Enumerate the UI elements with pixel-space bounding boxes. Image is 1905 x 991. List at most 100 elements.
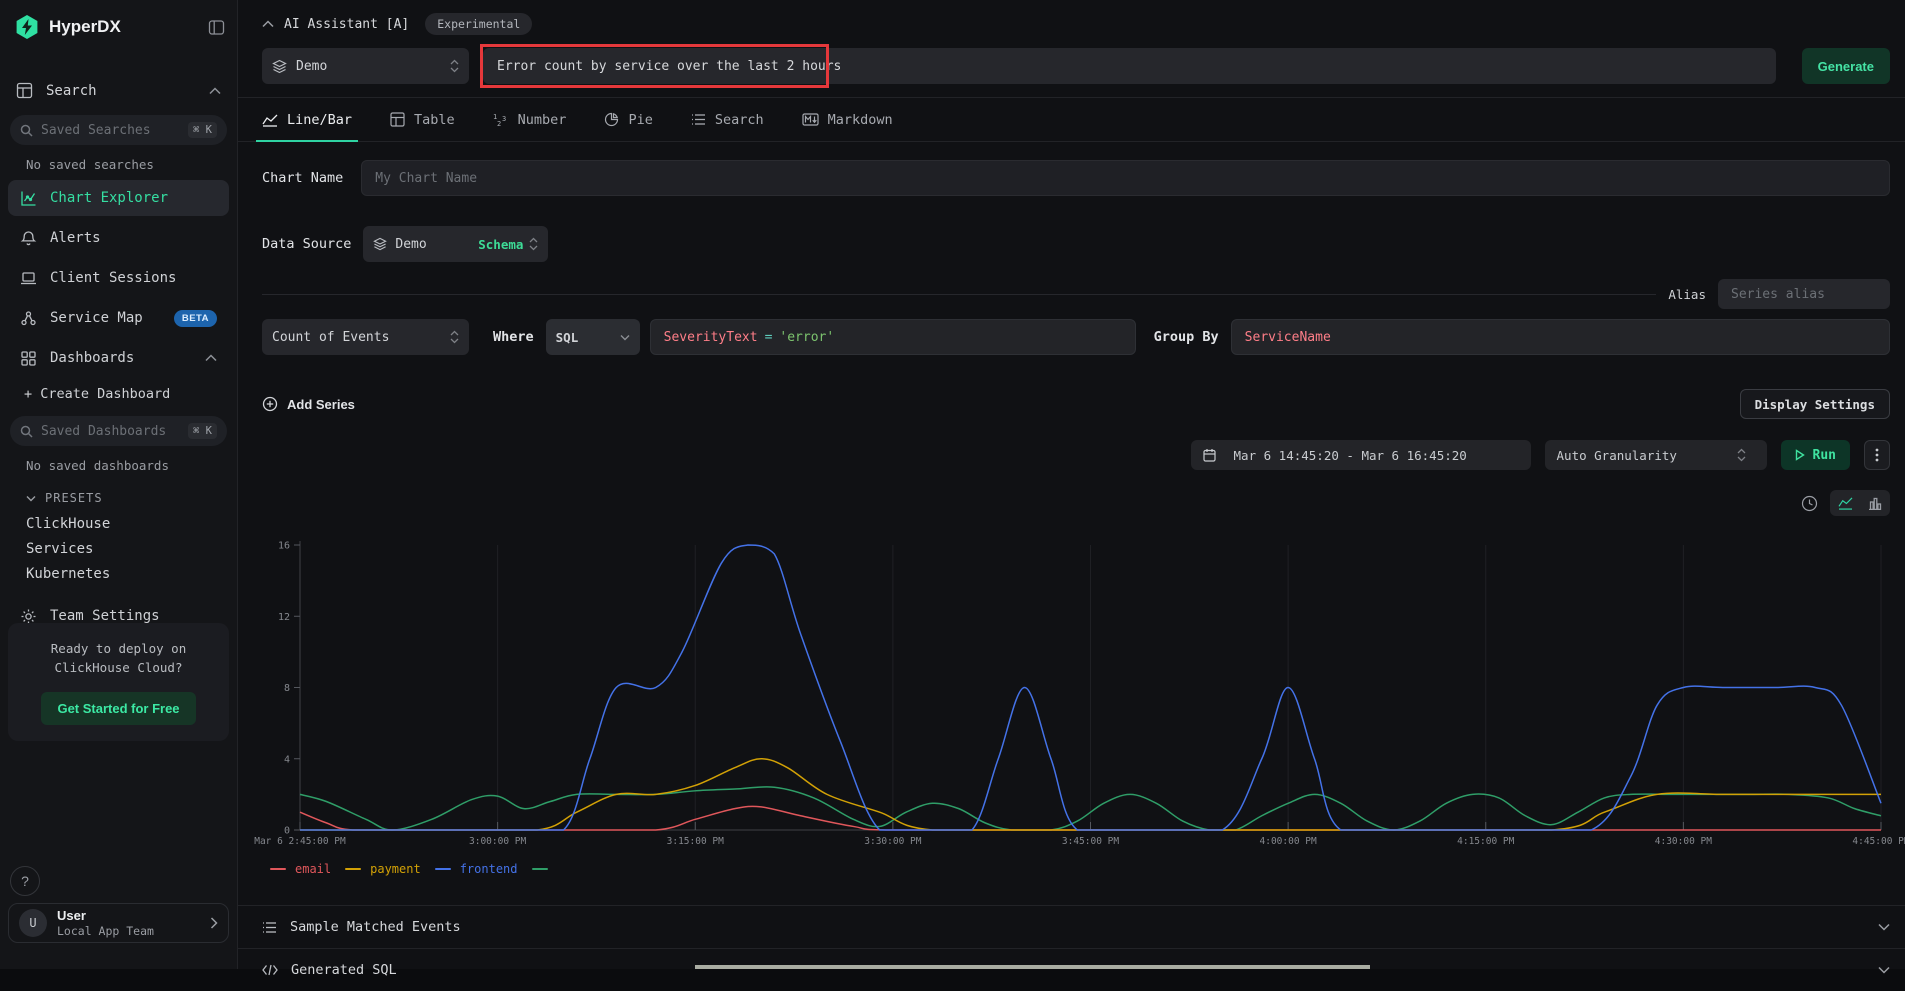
- tab-markdown[interactable]: Markdown: [802, 98, 893, 141]
- language-value: SQL: [556, 330, 579, 345]
- sidebar-item-alerts[interactable]: Alerts: [8, 220, 229, 256]
- where-field: SeverityText: [664, 330, 758, 345]
- chevron-up-icon: [205, 354, 217, 362]
- svg-text:4:00:00 PM: 4:00:00 PM: [1260, 836, 1317, 847]
- group-by-input[interactable]: ServiceName: [1231, 319, 1890, 355]
- svg-text:3:00:00 PM: 3:00:00 PM: [469, 836, 526, 847]
- saved-searches-input[interactable]: Saved Searches ⌘ K: [10, 115, 227, 145]
- saved-searches-placeholder: Saved Searches: [41, 123, 188, 138]
- schema-link[interactable]: Schema: [478, 237, 523, 252]
- tab-number[interactable]: 123 Number: [493, 98, 567, 141]
- time-format-toggle[interactable]: [1801, 495, 1818, 512]
- svg-text:3:15:00 PM: 3:15:00 PM: [667, 836, 724, 847]
- legend-item[interactable]: [532, 868, 548, 870]
- chart-explorer-icon: [20, 190, 37, 207]
- ai-assistant-title: AI Assistant [A]: [284, 17, 409, 32]
- bar-chart-toggle[interactable]: [1860, 490, 1890, 516]
- tab-line-bar[interactable]: Line/Bar: [262, 98, 352, 141]
- sample-matched-events-toggle[interactable]: Sample Matched Events: [262, 906, 1890, 948]
- ai-source-select[interactable]: Demo: [262, 48, 469, 84]
- add-series-button[interactable]: Add Series: [262, 396, 355, 412]
- sidebar-item-label: Dashboards: [50, 350, 205, 366]
- tab-table[interactable]: Table: [390, 98, 455, 141]
- table-icon: [390, 112, 405, 127]
- sidebar-collapse-icon[interactable]: [208, 19, 225, 36]
- legend-label: frontend: [460, 862, 518, 876]
- sidebar-item-chart-explorer[interactable]: Chart Explorer: [8, 180, 229, 216]
- saved-dashboards-placeholder: Saved Dashboards: [41, 424, 188, 439]
- where-expression-input[interactable]: SeverityText = 'error': [650, 319, 1136, 355]
- where-operator: =: [765, 330, 773, 345]
- svg-text:12: 12: [278, 612, 290, 623]
- run-button[interactable]: Run: [1781, 440, 1850, 470]
- legend-item[interactable]: payment: [345, 862, 421, 876]
- chevron-down-icon: [620, 334, 630, 341]
- chart-name-input[interactable]: [361, 160, 1890, 196]
- sidebar-item-label: Alerts: [50, 230, 217, 246]
- aggregation-select[interactable]: Count of Events: [262, 319, 469, 355]
- aggregation-value: Count of Events: [272, 330, 389, 345]
- tab-label: Pie: [628, 112, 652, 128]
- sidebar-search-label: Search: [46, 83, 209, 99]
- promo-text: Ready to deploy on ClickHouse Cloud?: [18, 639, 219, 678]
- sidebar: HyperDX Search Saved Searches ⌘ K No sav…: [0, 0, 238, 969]
- generate-button[interactable]: Generate: [1802, 48, 1890, 84]
- display-settings-button[interactable]: Display Settings: [1740, 389, 1890, 419]
- dashboards-icon: [20, 350, 37, 367]
- legend-dash: [532, 868, 548, 870]
- alias-input[interactable]: [1718, 279, 1890, 309]
- data-source-select[interactable]: Demo Schema: [363, 226, 548, 262]
- time-range-value: Mar 6 14:45:20 - Mar 6 16:45:20: [1234, 448, 1467, 463]
- more-options-button[interactable]: [1864, 440, 1890, 470]
- saved-dashboards-input[interactable]: Saved Dashboards ⌘ K: [10, 416, 227, 446]
- run-label: Run: [1813, 448, 1836, 463]
- search-icon: [20, 425, 33, 438]
- svg-text:8: 8: [284, 683, 290, 694]
- granularity-select[interactable]: Auto Granularity: [1545, 440, 1767, 470]
- where-label: Where: [493, 329, 534, 345]
- tab-search[interactable]: Search: [691, 98, 764, 141]
- sidebar-item-dashboards[interactable]: Dashboards: [8, 340, 229, 376]
- sidebar-item-client-sessions[interactable]: Client Sessions: [8, 260, 229, 296]
- presets-toggle[interactable]: PRESETS: [0, 477, 237, 507]
- user-team: Local App Team: [57, 924, 210, 938]
- ai-source-value: Demo: [296, 59, 327, 74]
- tab-pie[interactable]: Pie: [604, 98, 652, 141]
- line-chart-toggle[interactable]: [1830, 490, 1860, 516]
- service-map-icon: [20, 310, 37, 327]
- clickhouse-cloud-promo: Ready to deploy on ClickHouse Cloud? Get…: [8, 623, 229, 741]
- user-name: User: [57, 908, 210, 924]
- generated-sql-toggle[interactable]: Generated SQL: [262, 949, 1890, 991]
- create-dashboard-link[interactable]: + Create Dashboard: [0, 376, 237, 404]
- user-menu[interactable]: U User Local App Team: [8, 903, 229, 943]
- get-started-button[interactable]: Get Started for Free: [41, 692, 195, 725]
- no-saved-dashboards-text: No saved dashboards: [0, 446, 237, 477]
- svg-text:2: 2: [497, 120, 501, 127]
- svg-text:3:30:00 PM: 3:30:00 PM: [864, 836, 921, 847]
- help-button[interactable]: ?: [10, 866, 40, 896]
- preset-services[interactable]: Services: [0, 532, 237, 557]
- preset-clickhouse[interactable]: ClickHouse: [0, 507, 237, 532]
- line-chart-icon: [262, 113, 278, 127]
- code-icon: [262, 964, 278, 976]
- legend-item[interactable]: frontend: [435, 862, 518, 876]
- select-chevrons-icon: [1737, 448, 1746, 462]
- preset-kubernetes[interactable]: Kubernetes: [0, 557, 237, 582]
- time-range-picker[interactable]: Mar 6 14:45:20 - Mar 6 16:45:20: [1191, 440, 1531, 470]
- horizontal-scrollbar[interactable]: [695, 965, 1370, 969]
- sidebar-item-label: Service Map: [50, 310, 174, 326]
- tab-label: Number: [518, 112, 567, 128]
- svg-text:3: 3: [502, 115, 506, 123]
- legend-label: email: [295, 862, 331, 876]
- ai-prompt-input[interactable]: [483, 48, 1776, 84]
- language-select[interactable]: SQL: [546, 319, 640, 355]
- section-label: Sample Matched Events: [290, 919, 1878, 935]
- sidebar-item-service-map[interactable]: Service Map BETA: [8, 300, 229, 336]
- legend-dash: [345, 868, 361, 870]
- sidebar-section-search[interactable]: Search: [0, 72, 237, 109]
- ai-assistant-header[interactable]: AI Assistant [A] Experimental: [238, 11, 1905, 37]
- shortcut-badge: ⌘ K: [188, 423, 217, 439]
- legend-item[interactable]: email: [270, 862, 331, 876]
- chart-name-label: Chart Name: [262, 170, 343, 186]
- chart[interactable]: 0481216Mar 6 2:45:00 PM3:00:00 PM3:15:00…: [238, 533, 1905, 853]
